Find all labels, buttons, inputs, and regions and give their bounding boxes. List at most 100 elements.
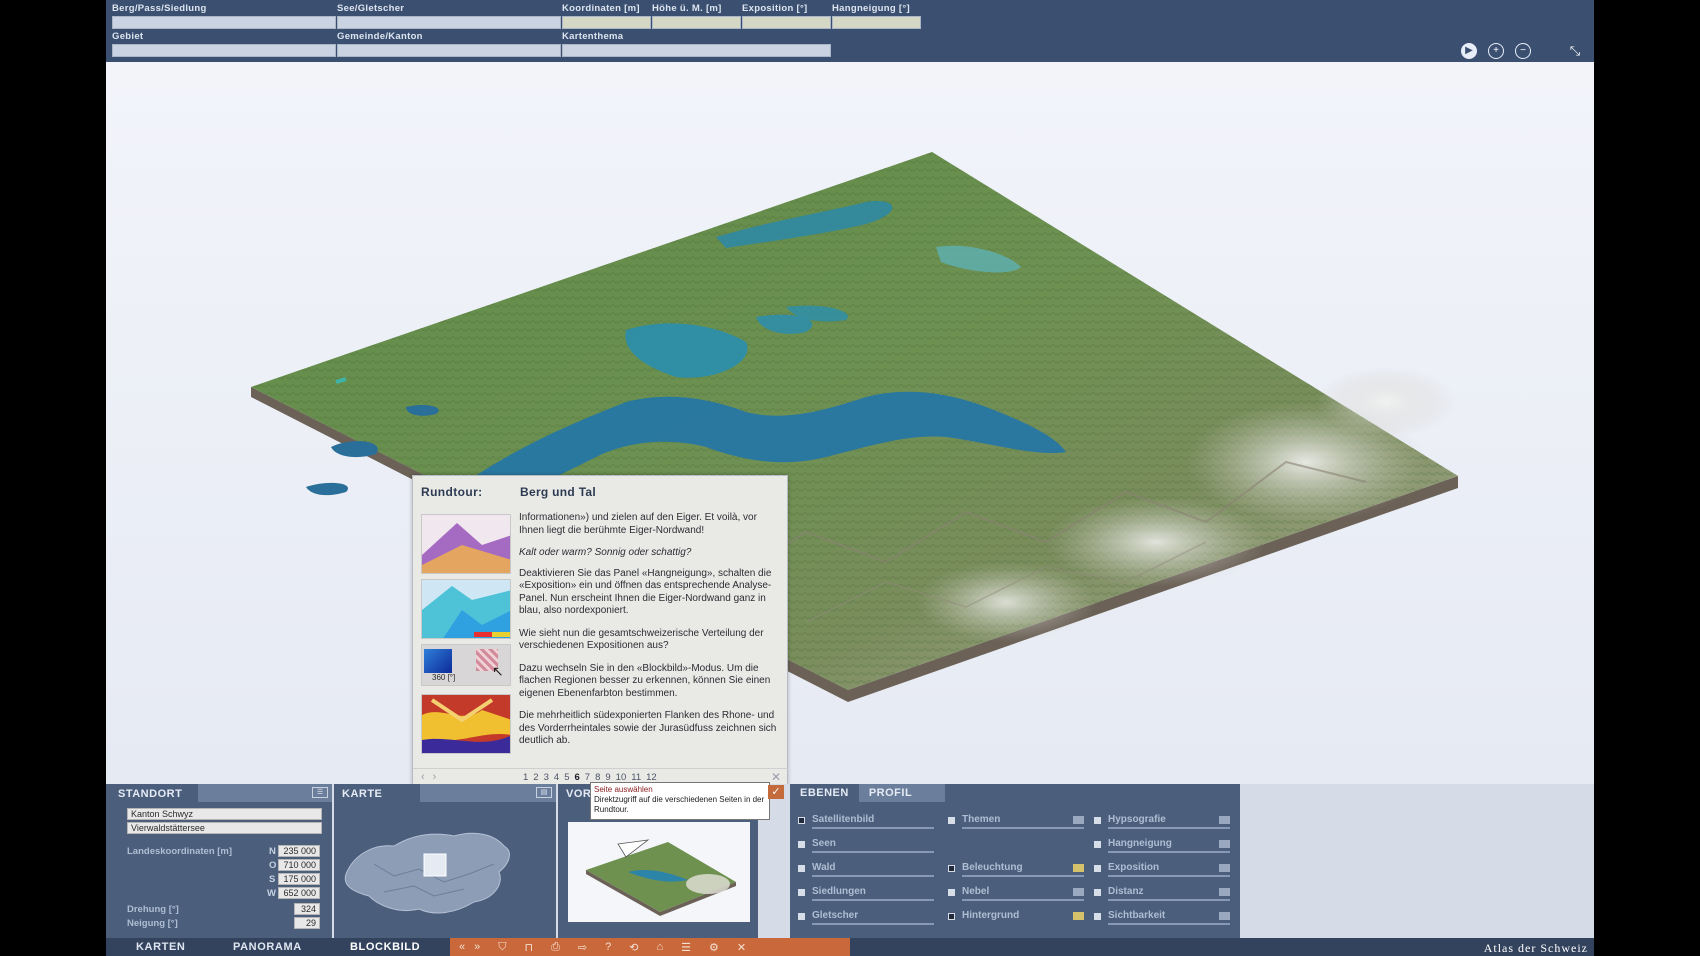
zoom-in-icon[interactable]: +	[1485, 40, 1507, 62]
reset-view-icon[interactable]: ⟲	[629, 941, 638, 954]
checkbox[interactable]	[1094, 817, 1101, 824]
checkbox[interactable]	[1094, 865, 1101, 872]
bookmark-icon[interactable]: ⛉	[498, 941, 506, 954]
opacity-slider[interactable]	[812, 851, 934, 853]
nav-blockbild[interactable]: BLOCKBILD	[350, 938, 420, 956]
layer-sichtbarkeit[interactable]: Sichtbarkeit	[1094, 910, 1232, 926]
help-icon[interactable]: ?	[605, 941, 611, 953]
layer-gletscher[interactable]: Gletscher	[798, 910, 936, 926]
nav-karten[interactable]: KARTEN	[136, 938, 185, 956]
mode-navbar: KARTEN PANORAMA BLOCKBILD « » ⛉ ⊓ ⎙ ⇨ ? …	[106, 938, 1594, 956]
block-view-3d[interactable]	[106, 62, 1594, 784]
nav-panorama[interactable]: PANORAMA	[233, 938, 302, 956]
checkbox[interactable]	[798, 841, 805, 848]
settings-swatch[interactable]	[1219, 840, 1230, 848]
layer-distanz[interactable]: Distanz	[1094, 886, 1232, 902]
page-link[interactable]: 5	[564, 772, 569, 783]
opacity-slider[interactable]	[812, 923, 934, 925]
thumb-exposition-view	[421, 579, 511, 639]
layer-satellitenbild[interactable]: Satellitenbild	[798, 814, 936, 830]
list-icon[interactable]: ☰	[312, 787, 328, 798]
opacity-slider[interactable]	[812, 899, 934, 901]
coord-w-field[interactable]: 652 000	[278, 887, 320, 899]
settings-swatch[interactable]	[1219, 864, 1230, 872]
field-kartenthema-value	[562, 44, 831, 57]
block-preview[interactable]	[568, 822, 750, 922]
lock-icon[interactable]: ⊓	[525, 941, 534, 954]
settings-swatch[interactable]	[1073, 864, 1084, 872]
opacity-slider[interactable]	[962, 827, 1084, 829]
layer-wald[interactable]: Wald	[798, 862, 936, 878]
opacity-slider[interactable]	[1108, 851, 1230, 853]
checkbox[interactable]	[798, 913, 805, 920]
page-link[interactable]: 2	[533, 772, 538, 783]
opacity-slider[interactable]	[812, 875, 934, 877]
opacity-slider[interactable]	[1108, 875, 1230, 877]
close-icon[interactable]: ✕	[771, 770, 781, 784]
settings-swatch[interactable]	[1219, 888, 1230, 896]
checkbox[interactable]	[1094, 841, 1101, 848]
see-field[interactable]: Vierwaldstättersee	[127, 822, 322, 834]
layer-hangneigung[interactable]: Hangneigung	[1094, 838, 1232, 854]
checkbox[interactable]	[798, 865, 805, 872]
page-link[interactable]: 1	[523, 772, 528, 783]
layer-beleuchtung[interactable]: Beleuchtung	[948, 862, 1086, 878]
coord-o-field[interactable]: 710 000	[278, 859, 320, 871]
coord-n-field[interactable]: 235 000	[278, 845, 320, 857]
layer-hypsografie[interactable]: Hypsografie	[1094, 814, 1232, 830]
layer-exposition[interactable]: Exposition	[1094, 862, 1232, 878]
zoom-out-icon[interactable]: −	[1512, 40, 1534, 62]
home-icon[interactable]: ⌂	[656, 941, 663, 953]
tab-ebenen[interactable]: EBENEN	[790, 784, 859, 802]
tab-profil[interactable]: PROFIL	[858, 784, 945, 802]
opacity-slider[interactable]	[962, 899, 1084, 901]
layer-nebel[interactable]: Nebel	[948, 886, 1086, 902]
checkbox[interactable]	[1094, 889, 1101, 896]
switzerland-overview-map[interactable]	[334, 804, 556, 934]
forward-icon[interactable]: »	[474, 941, 480, 953]
settings-swatch[interactable]	[1073, 912, 1084, 920]
settings-icon[interactable]: ⚙	[709, 941, 719, 954]
opacity-slider[interactable]	[1108, 827, 1230, 829]
layer-themen[interactable]: Themen	[948, 814, 1086, 830]
settings-swatch[interactable]	[1219, 912, 1230, 920]
page-link[interactable]: 3	[544, 772, 549, 783]
kanton-field[interactable]: Kanton Schwyz	[127, 808, 322, 820]
settings-swatch[interactable]	[1073, 816, 1084, 824]
thumb-color-picker: 360 [°] ↖	[421, 644, 511, 686]
checkbox[interactable]	[948, 817, 955, 824]
opacity-slider[interactable]	[1108, 899, 1230, 901]
checkmark-icon[interactable]: ✓	[768, 785, 784, 799]
prev-icon[interactable]: ‹	[421, 771, 433, 783]
map-options-icon[interactable]: ▤	[536, 787, 552, 798]
layer-label: Distanz	[1108, 886, 1144, 897]
layer-siedlungen[interactable]: Siedlungen	[798, 886, 936, 902]
coord-s-field[interactable]: 175 000	[278, 873, 320, 885]
layer-seen[interactable]: Seen	[798, 838, 936, 854]
checkbox[interactable]	[948, 913, 955, 920]
play-icon[interactable]: ▶	[1458, 40, 1480, 62]
checkbox[interactable]	[798, 889, 805, 896]
opacity-slider[interactable]	[962, 875, 1084, 877]
settings-swatch[interactable]	[1073, 888, 1084, 896]
page-link[interactable]: 4	[554, 772, 559, 783]
fullscreen-icon[interactable]: ⤡	[1564, 40, 1586, 62]
settings-swatch[interactable]	[1219, 816, 1230, 824]
neigung-field[interactable]: 29	[294, 917, 320, 929]
checkbox[interactable]	[798, 817, 805, 824]
close-app-icon[interactable]: ✕	[737, 941, 746, 954]
page-link-current[interactable]: 6	[574, 772, 579, 783]
next-icon[interactable]: ›	[433, 771, 445, 783]
rewind-icon[interactable]: «	[459, 941, 465, 953]
export-icon[interactable]: ⇨	[578, 941, 587, 954]
drehung-field[interactable]: 324	[294, 903, 320, 915]
checkbox[interactable]	[948, 889, 955, 896]
legend-icon[interactable]: ☰	[681, 941, 691, 954]
print-icon[interactable]: ⎙	[551, 941, 560, 954]
opacity-slider[interactable]	[1108, 923, 1230, 925]
checkbox[interactable]	[948, 865, 955, 872]
opacity-slider[interactable]	[812, 827, 934, 829]
layer-hintergrund[interactable]: Hintergrund	[948, 910, 1086, 926]
checkbox[interactable]	[1094, 913, 1101, 920]
tour-paragraph: Dazu wechseln Sie in den «Blockbild»-Mod…	[519, 662, 771, 699]
